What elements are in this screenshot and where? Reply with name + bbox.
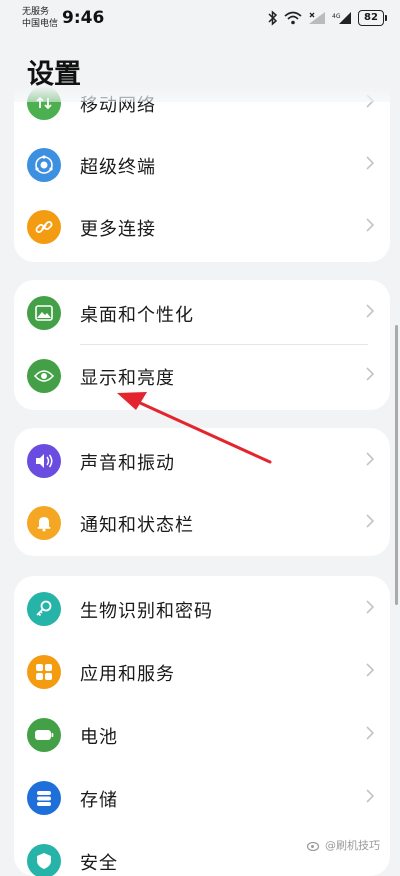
- settings-item-label: 电池: [80, 727, 118, 748]
- battery-icon: [27, 718, 61, 752]
- settings-item-notification-statusbar[interactable]: 通知和状态栏: [14, 492, 390, 554]
- key-icon: [27, 592, 61, 626]
- settings-item-desktop-personalization[interactable]: 桌面和个性化: [14, 282, 390, 344]
- settings-group-sound-notification: 声音和振动 通知和状态栏: [14, 428, 390, 556]
- settings-group-display: 桌面和个性化 显示和亮度: [14, 280, 390, 410]
- link-icon: [27, 210, 61, 244]
- watermark: @刷机技巧: [307, 837, 380, 853]
- settings-item-label: 显示和亮度: [80, 368, 175, 389]
- settings-item-super-device[interactable]: 超级终端: [14, 134, 390, 196]
- settings-item-label: 更多连接: [80, 219, 156, 240]
- signal-4g-icon: 4G: [332, 12, 351, 24]
- settings-item-more-connections[interactable]: 更多连接: [14, 196, 390, 258]
- settings-item-storage[interactable]: 存储: [14, 767, 390, 829]
- super-device-icon: [27, 148, 61, 182]
- status-bar: 无服务 中国电信 9:46 4G 82: [0, 0, 400, 40]
- settings-item-display-brightness[interactable]: 显示和亮度: [14, 345, 390, 407]
- bell-icon: [27, 506, 61, 540]
- storage-icon: [27, 781, 61, 815]
- bluetooth-icon: [268, 10, 278, 26]
- settings-group-system: 生物识别和密码 应用和服务 电池 存储 安全: [14, 576, 390, 876]
- scrollbar[interactable]: [395, 325, 398, 605]
- settings-item-battery[interactable]: 电池: [14, 704, 390, 766]
- chevron-right-icon: [366, 304, 374, 318]
- chevron-right-icon: [366, 156, 374, 170]
- carrier-info: 无服务 中国电信: [22, 6, 58, 30]
- settings-item-label: 声音和振动: [80, 453, 175, 474]
- settings-item-apps-services[interactable]: 应用和服务: [14, 641, 390, 703]
- chevron-right-icon: [366, 600, 374, 614]
- settings-item-sound-vibration[interactable]: 声音和振动: [14, 430, 390, 492]
- wallpaper-icon: [27, 296, 61, 330]
- watermark-text: @刷机技巧: [325, 839, 380, 852]
- settings-item-label: 安全: [80, 853, 118, 874]
- wifi-icon: [284, 11, 302, 25]
- settings-item-label: 生物识别和密码: [80, 601, 213, 622]
- chevron-right-icon: [366, 663, 374, 677]
- shield-icon: [27, 844, 61, 876]
- chevron-right-icon: [366, 452, 374, 466]
- weibo-logo-icon: [307, 841, 320, 851]
- chevron-right-icon: [366, 789, 374, 803]
- status-time: 9:46: [62, 8, 105, 28]
- carrier-line-1: 无服务: [22, 7, 50, 17]
- settings-item-label: 存储: [80, 790, 118, 811]
- settings-item-label: 应用和服务: [80, 664, 175, 685]
- battery-indicator: 82: [358, 10, 387, 26]
- apps-icon: [27, 655, 61, 689]
- settings-item-biometrics-password[interactable]: 生物识别和密码: [14, 578, 390, 640]
- status-icons: 4G 82: [268, 10, 387, 26]
- chevron-right-icon: [366, 726, 374, 740]
- chevron-right-icon: [366, 367, 374, 381]
- chevron-right-icon: [366, 218, 374, 232]
- chevron-right-icon: [366, 514, 374, 528]
- settings-item-label: 桌面和个性化: [80, 305, 194, 326]
- signal-icon: [309, 12, 325, 24]
- settings-item-label: 通知和状态栏: [80, 515, 194, 536]
- carrier-line-2: 中国电信: [22, 19, 59, 29]
- page-title-overlay: 设置: [27, 59, 81, 90]
- settings-item-label: 超级终端: [80, 157, 156, 178]
- eye-icon: [27, 359, 61, 393]
- speaker-icon: [27, 444, 61, 478]
- svg-text:4G: 4G: [332, 13, 341, 20]
